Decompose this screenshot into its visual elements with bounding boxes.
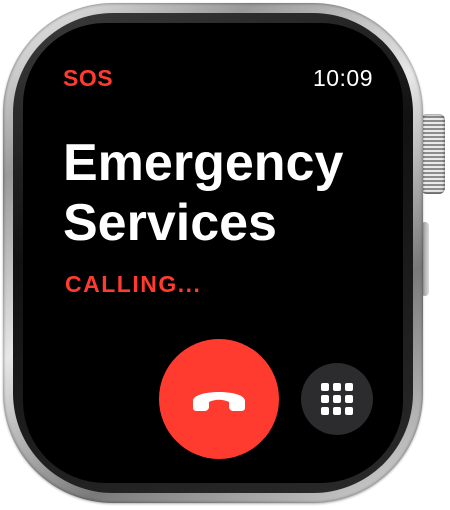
watch-case: SOS 10:09 Emergency Services CALLING... xyxy=(3,3,423,503)
call-title-line2: Services xyxy=(63,194,277,252)
phone-hangup-icon xyxy=(193,392,245,411)
end-call-button[interactable] xyxy=(159,339,279,459)
call-title-line1: Emergency xyxy=(63,134,344,192)
keypad-button[interactable] xyxy=(301,363,373,435)
call-status: CALLING... xyxy=(65,271,202,297)
digital-crown[interactable] xyxy=(421,114,445,194)
watch-screen: SOS 10:09 Emergency Services CALLING... xyxy=(23,23,403,483)
call-title: Emergency Services xyxy=(63,133,393,253)
sos-label: SOS xyxy=(63,65,114,91)
clock-time: 10:09 xyxy=(312,65,373,91)
keypad-grid-icon xyxy=(321,383,353,415)
apple-watch-mockup: SOS 10:09 Emergency Services CALLING... xyxy=(0,0,450,510)
